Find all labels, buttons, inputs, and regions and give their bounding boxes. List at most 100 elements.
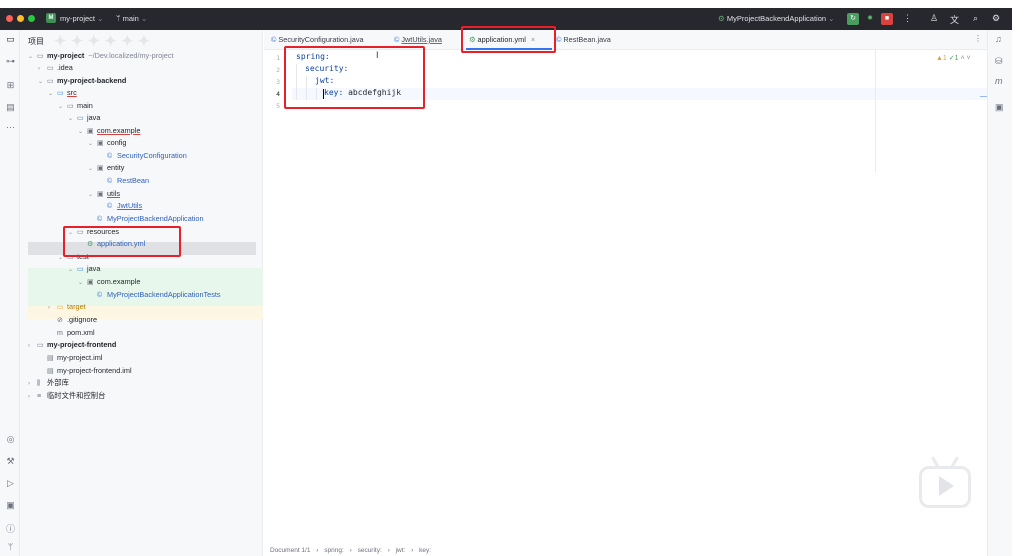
run-icon[interactable]: ▷ [5, 478, 16, 489]
database-icon[interactable]: ⛁ [995, 56, 1003, 67]
tree-item-entity[interactable]: ⌄ ▣ entity [88, 162, 124, 175]
tree-item-label: 临时文件和控制台 [47, 391, 106, 400]
tree-item-test-java[interactable]: ⌄ ▭ java [68, 263, 100, 276]
close-window-button[interactable] [6, 15, 13, 22]
annotation-box-resources [63, 226, 181, 257]
branch-name: main [122, 14, 139, 23]
tree-item-backend-application[interactable]: © MyProjectBackendApplication [88, 213, 204, 226]
tree-item-pom-xml[interactable]: m pom.xml [48, 327, 95, 340]
tree-item-label: JwtUtils [117, 201, 143, 210]
chevron-down-icon[interactable]: ˅ [967, 55, 971, 62]
ai-assistant-icon[interactable]: ▣ [995, 102, 1004, 113]
structure-icon[interactable]: ⊞ [5, 80, 16, 91]
tree-item-frontend[interactable]: › ▭ my-project-frontend [28, 339, 116, 352]
problems-icon[interactable]: ⓘ [5, 522, 16, 535]
tab-rest-bean[interactable]: © RestBean.java [556, 30, 611, 50]
chevron-down-icon[interactable]: ⌄ [48, 88, 57, 101]
tree-item-utils[interactable]: ⌄ ▣ utils [88, 188, 120, 201]
project-selector[interactable]: my-project ⌄ [60, 14, 103, 23]
tree-item-my-project[interactable]: ⌄ ▭ my-project ~/Dev.localized/my-project [28, 50, 174, 63]
tree-item-java[interactable]: ⌄ ▭ java [68, 112, 100, 125]
breadcrumb-key[interactable]: key: [419, 547, 431, 554]
chevron-right-icon[interactable]: › [28, 340, 37, 353]
tree-item-main[interactable]: ⌄ ▭ main [58, 100, 93, 113]
breadcrumb-jwt[interactable]: jwt: [396, 547, 406, 554]
run-config-selector[interactable]: ⚙ MyProjectBackendApplication ⌄ [718, 14, 834, 23]
commit-icon[interactable]: ⊶ [5, 56, 16, 67]
ignore-file-icon: ⊘ [57, 317, 63, 324]
tree-item-backend[interactable]: ⌄ ▭ my-project-backend [38, 75, 126, 88]
watermark: ✦ ✦ ✦ ✦ ✦ ✦ [54, 33, 151, 50]
tree-item-frontend-iml[interactable]: ▤ my-project-frontend.iml [38, 365, 132, 378]
chevron-up-icon[interactable]: ˄ [961, 55, 965, 62]
project-badge[interactable]: M [46, 13, 56, 23]
minimize-window-button[interactable] [17, 15, 24, 22]
terminal-icon[interactable]: ▣ [5, 500, 16, 511]
tree-item-label: main [77, 101, 93, 110]
rerun-button[interactable]: ↻ [847, 13, 859, 25]
chevron-down-icon[interactable]: ⌄ [28, 51, 37, 64]
search-icon[interactable]: ⌕ [973, 13, 978, 24]
tree-item-rest-bean[interactable]: © RestBean [98, 175, 149, 188]
chevron-down-icon[interactable]: ⌄ [78, 277, 87, 290]
settings-icon[interactable]: ⚙ [992, 13, 1000, 24]
stop-button[interactable]: ■ [881, 13, 893, 25]
tree-item-jwt-utils[interactable]: © JwtUtils [98, 200, 142, 213]
chevron-down-icon[interactable]: ⌄ [88, 163, 97, 176]
tree-item-test-com-example[interactable]: ⌄ ▣ com.example [78, 276, 140, 289]
chevron-down-icon[interactable]: ⌄ [68, 113, 77, 126]
tree-item-target[interactable]: › ▭ target [48, 301, 86, 314]
translate-icon[interactable]: 文 [950, 13, 959, 26]
tree-item-label: MyProjectBackendApplication [107, 214, 204, 223]
bookmarks-icon[interactable]: ▤ [5, 102, 16, 113]
chevron-down-icon[interactable]: ⌄ [78, 126, 87, 139]
more-tools-icon[interactable]: ⋯ [5, 122, 16, 133]
tree-item-label: my-project-backend [57, 76, 127, 85]
chevron-right-icon[interactable]: › [28, 391, 37, 404]
right-tool-strip: ♫ ⛁ m ▣ [987, 30, 1012, 556]
git-icon[interactable]: ᛘ [5, 542, 16, 552]
project-view-icon[interactable]: ▭ [5, 34, 16, 45]
tree-item-gitignore[interactable]: ⊘ .gitignore [48, 314, 97, 327]
tree-item-my-project-iml[interactable]: ▤ my-project.iml [38, 352, 102, 365]
maximize-window-button[interactable] [28, 15, 35, 22]
tab-label: RestBean.java [563, 35, 611, 44]
tree-item-scratches[interactable]: › ≡ 临时文件和控制台 [28, 390, 105, 403]
module-file-icon: ▤ [47, 355, 54, 362]
tree-item-label: utils [107, 189, 120, 198]
scratch-icon: ≡ [37, 393, 42, 400]
add-user-icon[interactable]: ♙ [930, 13, 938, 24]
tree-item-label: target [67, 302, 86, 311]
chevron-down-icon[interactable]: ⌄ [58, 101, 67, 114]
branch-selector[interactable]: ᛘ main ⌄ [116, 14, 147, 23]
more-actions-icon[interactable]: ⋮ [903, 13, 912, 24]
tree-item-idea[interactable]: › ▭ .idea [38, 62, 73, 75]
chevron-right-icon[interactable]: › [38, 63, 47, 76]
tree-item-label: com.example [97, 277, 141, 286]
chevron-right-icon[interactable]: › [28, 378, 37, 391]
tab-options-icon[interactable]: ⋮ [974, 34, 982, 43]
chevron-right-icon[interactable]: › [48, 302, 57, 315]
chevron-down-icon[interactable]: ⌄ [68, 264, 77, 277]
debug-button[interactable]: ✹ [864, 13, 876, 25]
maven-icon[interactable]: m [995, 76, 1003, 86]
chevron-down-icon[interactable]: ⌄ [38, 76, 47, 89]
tree-item-src[interactable]: ⌄ ▭ src [48, 87, 77, 100]
run-config-name: MyProjectBackendApplication [726, 14, 827, 23]
breadcrumb-document[interactable]: Document 1/1 [270, 547, 310, 554]
folder-icon: ▭ [47, 65, 54, 72]
notifications-icon[interactable]: ♫ [995, 34, 1002, 44]
tree-item-backend-application-tests[interactable]: © MyProjectBackendApplicationTests [88, 289, 221, 302]
tree-item-com-example[interactable]: ⌄ ▣ com.example [78, 125, 140, 138]
chevron-down-icon[interactable]: ⌄ [88, 138, 97, 151]
chevron-down-icon[interactable]: ⌄ [88, 189, 97, 202]
breadcrumb-security[interactable]: security: [358, 547, 382, 554]
tree-item-security-configuration[interactable]: © SecurityConfiguration [98, 150, 187, 163]
build-icon[interactable]: ⚒ [5, 456, 16, 467]
services-icon[interactable]: ◎ [5, 434, 16, 445]
breadcrumb-spring[interactable]: spring: [324, 547, 344, 554]
inspection-widget[interactable]: ▲1 ✓1 ˄ ˅ [936, 54, 971, 62]
tree-item-config[interactable]: ⌄ ▣ config [88, 137, 126, 150]
tree-item-label: java [87, 264, 101, 273]
tree-item-external-libraries[interactable]: › ⫼ 外部库 [28, 377, 69, 390]
